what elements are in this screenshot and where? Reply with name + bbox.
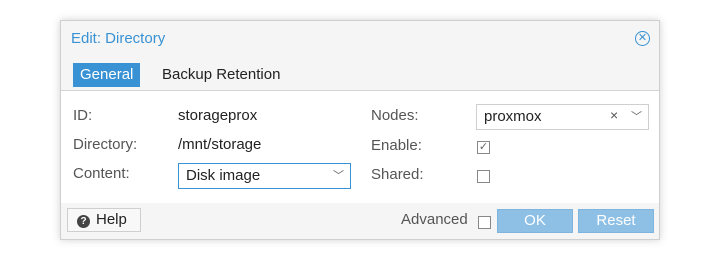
enable-label: Enable: xyxy=(371,137,422,154)
dialog-footer: ? Help Advanced OK Reset xyxy=(61,203,659,239)
question-circle-icon: ? xyxy=(77,215,90,228)
dialog-titlebar: Edit: Directory ✕ xyxy=(61,21,659,57)
tab-general[interactable]: General xyxy=(73,63,141,87)
directory-value: /mnt/storage xyxy=(178,136,262,153)
form-body: ID: storageprox Directory: /mnt/storage … xyxy=(61,91,659,203)
enable-checkbox[interactable]: ✓ xyxy=(477,141,490,154)
nodes-select-value: proxmox xyxy=(484,108,542,125)
close-icon[interactable]: ✕ xyxy=(635,31,650,46)
ok-button[interactable]: OK xyxy=(497,209,573,233)
reset-button[interactable]: Reset xyxy=(578,209,654,233)
dialog-title: Edit: Directory xyxy=(71,30,166,47)
content-select[interactable]: Disk image ﹀ xyxy=(178,163,351,189)
shared-label: Shared: xyxy=(371,166,424,183)
content-label: Content: xyxy=(73,165,130,182)
id-value: storageprox xyxy=(178,107,258,124)
help-button-label: Help xyxy=(96,211,127,228)
shared-checkbox[interactable] xyxy=(477,170,490,183)
tab-bar: General Backup Retention xyxy=(61,57,659,91)
edit-directory-dialog: Edit: Directory ✕ General Backup Retenti… xyxy=(60,20,660,240)
tab-backup-retention[interactable]: Backup Retention xyxy=(155,63,287,87)
help-button[interactable]: ? Help xyxy=(67,208,141,232)
nodes-select[interactable]: proxmox × ﹀ xyxy=(476,104,649,130)
chevron-down-icon[interactable]: ﹀ xyxy=(631,108,642,124)
advanced-checkbox[interactable] xyxy=(478,216,491,229)
chevron-down-icon[interactable]: ﹀ xyxy=(333,167,344,183)
directory-label: Directory: xyxy=(73,136,138,153)
advanced-label: Advanced xyxy=(401,211,468,228)
nodes-label: Nodes: xyxy=(371,107,419,124)
id-label: ID: xyxy=(73,107,93,124)
clear-icon[interactable]: × xyxy=(610,107,618,123)
content-select-value: Disk image xyxy=(186,167,261,184)
